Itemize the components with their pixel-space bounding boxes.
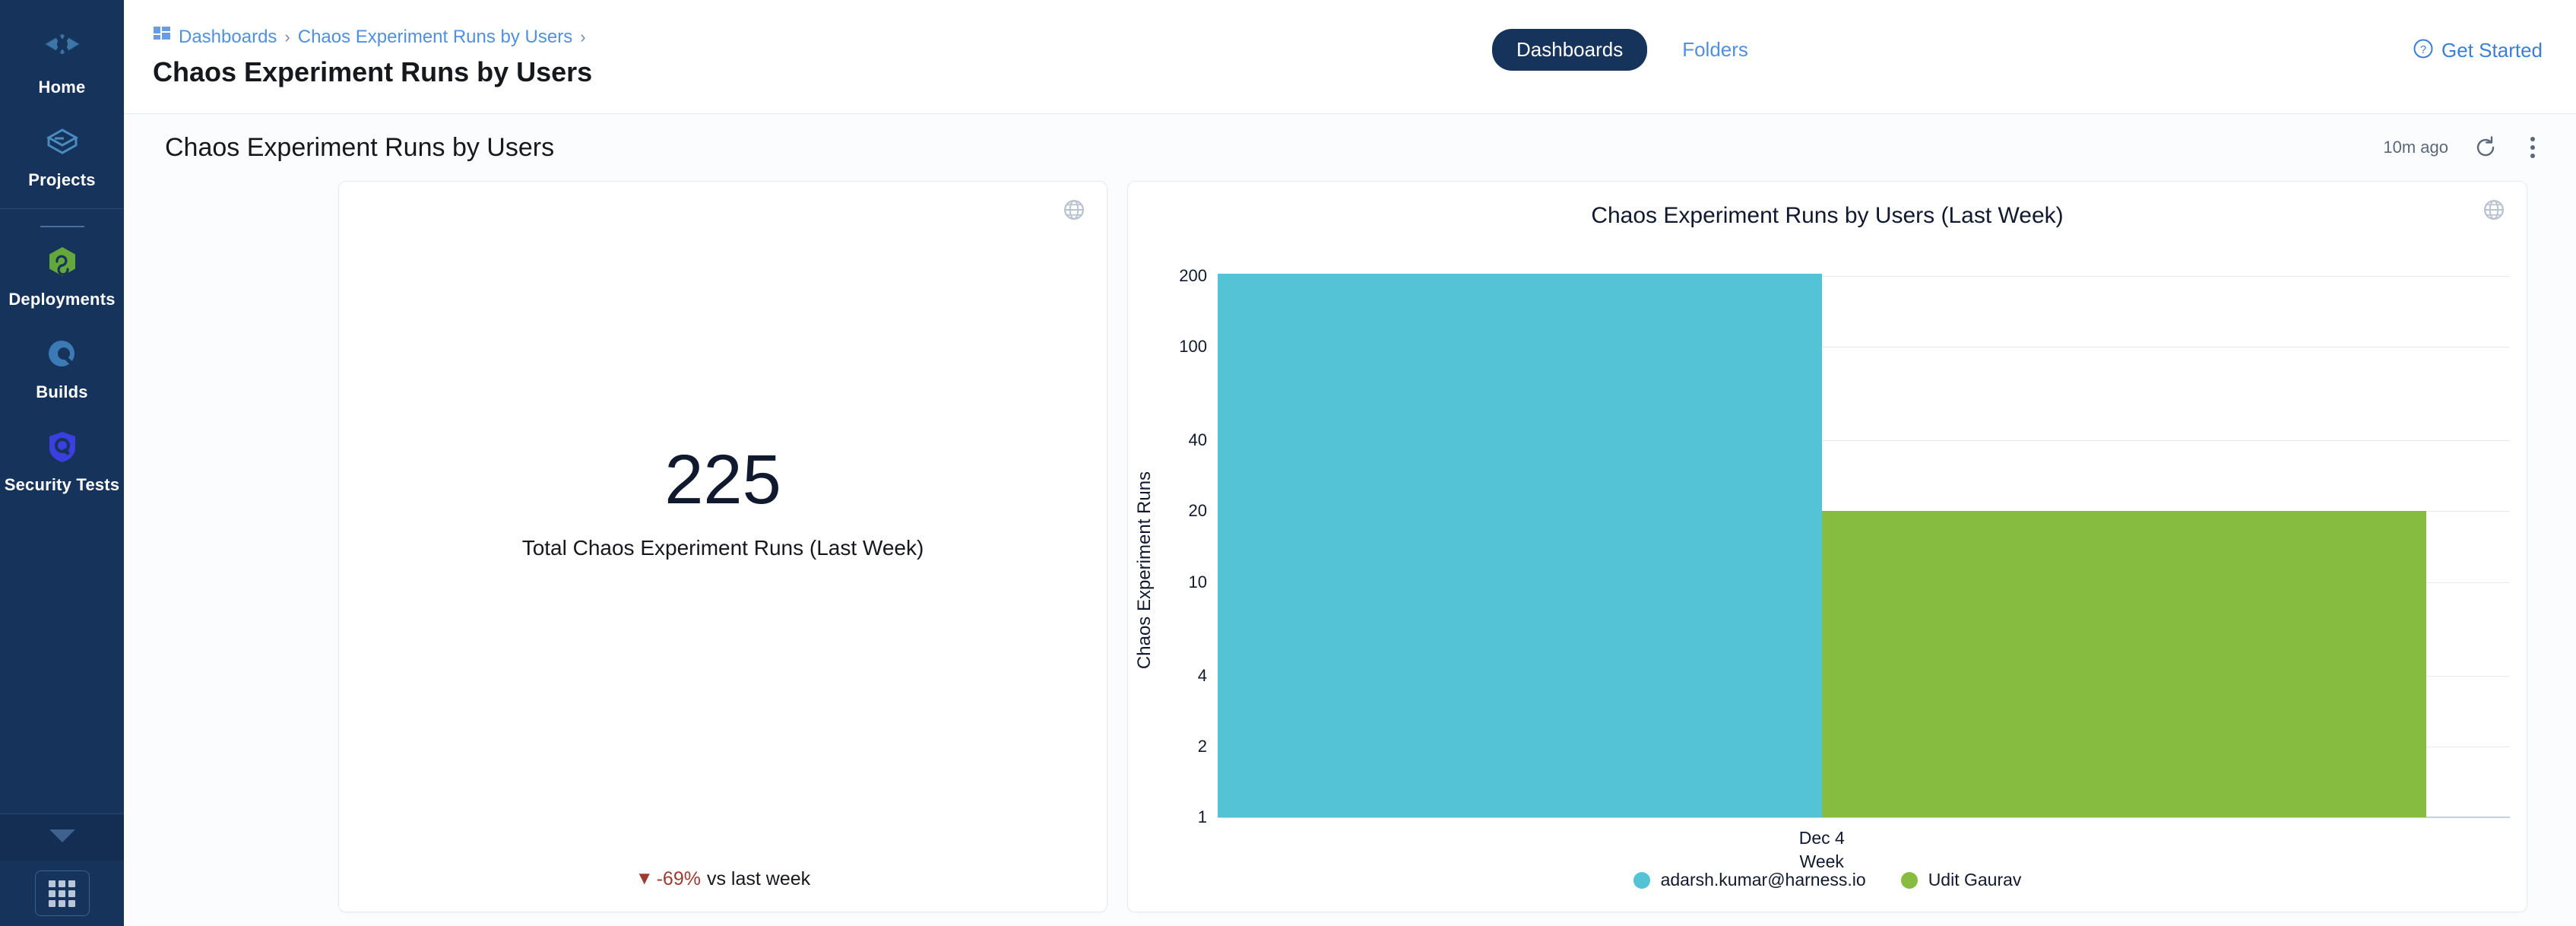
- kpi-value: 225: [664, 445, 781, 515]
- chart-y-tick-label: 2: [1198, 737, 1207, 756]
- chart-y-tick-label: 100: [1179, 337, 1207, 357]
- chart-y-axis-title: Chaos Experiment Runs: [1134, 471, 1155, 669]
- chart-card: Chaos Experiment Runs by Users (Last Wee…: [1127, 181, 2527, 912]
- chart-x-labels: Dec 4Week: [1799, 826, 1845, 874]
- dashboard-toolbar: Chaos Experiment Runs by Users 10m ago: [124, 114, 2576, 181]
- chart-bar[interactable]: [1822, 511, 2426, 817]
- sidebar-item-builds[interactable]: Builds: [0, 320, 124, 413]
- dashboard-cards: 225 Total Chaos Experiment Runs (Last We…: [124, 181, 2576, 926]
- sidebar-item-home[interactable]: Home: [0, 15, 124, 108]
- last-refreshed-label: 10m ago: [2383, 138, 2448, 157]
- tab-dashboards[interactable]: Dashboards: [1492, 29, 1647, 71]
- help-circle-icon: ?: [2413, 38, 2434, 63]
- sidebar-item-label: Home: [39, 78, 86, 97]
- dashboard-toolbar-actions: 10m ago: [2383, 134, 2543, 161]
- globe-icon[interactable]: [1063, 198, 1085, 225]
- breadcrumb-block: Dashboards › Chaos Experiment Runs by Us…: [124, 26, 592, 88]
- sidebar-bottom: [0, 813, 124, 926]
- sidebar-item-label: Deployments: [8, 290, 115, 309]
- trend-down-icon: ▼: [635, 868, 654, 890]
- security-tests-icon: [40, 425, 84, 469]
- chart-y-tick-label: 200: [1179, 266, 1207, 286]
- breadcrumb-item-current[interactable]: Chaos Experiment Runs by Users: [298, 27, 572, 48]
- chart-x-tick-label: Dec 4: [1799, 826, 1845, 850]
- tab-folders[interactable]: Folders: [1658, 29, 1773, 71]
- dashboards-grid-icon: [153, 26, 171, 48]
- sidebar-item-label: Projects: [28, 170, 95, 190]
- chart-bar[interactable]: [1218, 274, 1822, 817]
- refresh-icon[interactable]: [2474, 136, 2497, 159]
- chart-legend: adarsh.kumar@harness.io Udit Gaurav: [1128, 870, 2527, 890]
- kpi-delta-value: -69%: [657, 868, 701, 890]
- chart-area: Chaos Experiment Runs 200100402010421Dec…: [1128, 229, 2527, 912]
- projects-icon: [40, 120, 84, 164]
- globe-icon[interactable]: [2483, 198, 2505, 225]
- sidebar-item-deployments[interactable]: Deployments: [0, 227, 124, 320]
- get-started-label: Get Started: [2441, 39, 2543, 62]
- chart-title: Chaos Experiment Runs by Users (Last Wee…: [1128, 182, 2527, 229]
- apps-grid-icon: [49, 880, 75, 907]
- deployments-icon: [40, 239, 84, 284]
- get-started-button[interactable]: ? Get Started: [2413, 38, 2543, 63]
- sidebar-item-label: Security Tests: [5, 475, 120, 495]
- chart-y-tick-label: 10: [1189, 572, 1207, 592]
- sidebar-item-security-tests[interactable]: Security Tests: [0, 413, 124, 506]
- header-tabs: Dashboards Folders: [1492, 29, 1773, 71]
- legend-label: adarsh.kumar@harness.io: [1661, 870, 1866, 890]
- home-icon: [40, 27, 84, 71]
- app-root: Home Projects Deployments: [0, 0, 2576, 926]
- legend-label: Udit Gaurav: [1928, 870, 2022, 890]
- left-sidebar: Home Projects Deployments: [0, 0, 124, 926]
- legend-color-dot: [1901, 872, 1918, 889]
- chart-legend-item[interactable]: adarsh.kumar@harness.io: [1633, 870, 1866, 890]
- breadcrumb-separator: ›: [284, 27, 290, 47]
- kpi-delta-suffix: vs last week: [707, 868, 810, 890]
- chart-y-tick-label: 1: [1198, 807, 1207, 827]
- kpi-body: 225 Total Chaos Experiment Runs (Last We…: [339, 182, 1107, 846]
- kebab-menu-icon[interactable]: [2523, 134, 2543, 161]
- chart-legend-item[interactable]: Udit Gaurav: [1901, 870, 2022, 890]
- sidebar-item-projects[interactable]: Projects: [0, 108, 124, 201]
- main-area: Dashboards › Chaos Experiment Runs by Us…: [124, 0, 2576, 926]
- apps-launcher-button[interactable]: [35, 871, 90, 916]
- dashboard-title: Chaos Experiment Runs by Users: [165, 133, 554, 163]
- breadcrumb: Dashboards › Chaos Experiment Runs by Us…: [153, 26, 592, 49]
- sidebar-apps-wrap: [0, 861, 124, 926]
- chevron-down-icon: [48, 827, 77, 848]
- top-header: Dashboards › Chaos Experiment Runs by Us…: [124, 0, 2576, 114]
- chart-y-tick-label: 40: [1189, 430, 1207, 450]
- sidebar-item-label: Builds: [36, 382, 87, 402]
- chart-y-tick-label: 4: [1198, 666, 1207, 686]
- svg-text:?: ?: [2420, 43, 2426, 56]
- chart-plot: 200100402010421Dec 4Week: [1218, 264, 2510, 817]
- breadcrumb-separator-end: ›: [580, 27, 585, 47]
- sidebar-divider: [0, 208, 124, 227]
- sidebar-collapse-button[interactable]: [0, 813, 124, 861]
- breadcrumb-item-dashboards[interactable]: Dashboards: [179, 27, 277, 48]
- page-title: Chaos Experiment Runs by Users: [153, 56, 592, 88]
- legend-color-dot: [1633, 872, 1650, 889]
- kpi-comparison: ▼ -69% vs last week: [339, 846, 1107, 912]
- kpi-label: Total Chaos Experiment Runs (Last Week): [522, 536, 924, 560]
- builds-icon: [40, 332, 84, 376]
- kpi-card: 225 Total Chaos Experiment Runs (Last We…: [338, 181, 1107, 912]
- chart-y-tick-label: 20: [1189, 501, 1207, 521]
